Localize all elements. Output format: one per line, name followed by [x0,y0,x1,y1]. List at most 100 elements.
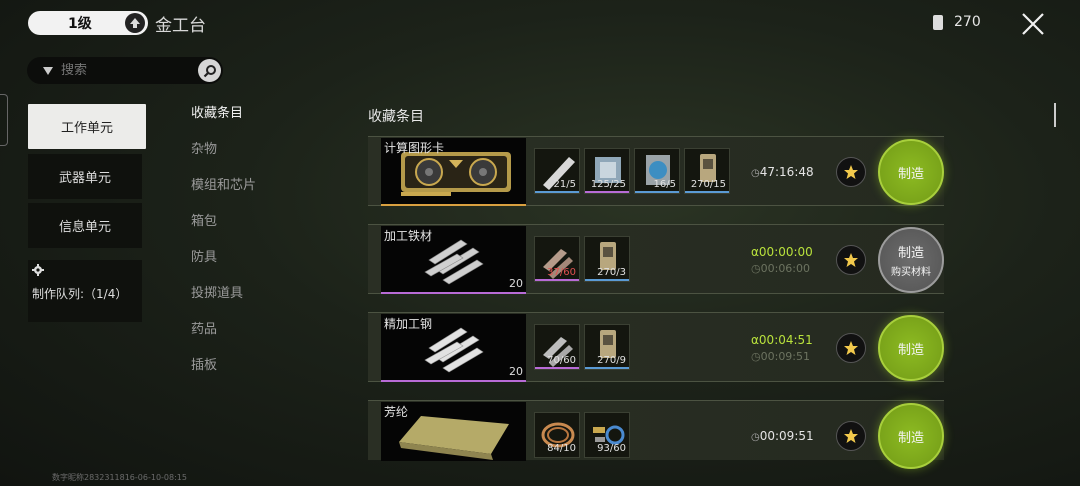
recipe-row[interactable]: 加工铁材 20 37/60 270/3 α00:00:00 ◷00:06:00 … [368,224,944,294]
watermark: 数字昵称2832311816-06-10-08:15 [52,473,187,482]
category-weapon-unit[interactable]: 武器单元 [28,154,142,199]
star-icon [844,429,858,443]
search-icon [203,64,216,77]
material-slot[interactable]: 16/5 [634,148,680,194]
material-bar [535,191,579,193]
recipe-output-count: 20 [509,365,523,378]
craft-button[interactable]: 制造 [878,403,944,469]
recipe-image: 计算图形卡 [381,138,526,206]
recipe-name: 芳纶 [384,405,409,419]
section-title: 收藏条目 [368,109,424,125]
star-icon [844,341,858,355]
search-button[interactable] [198,59,221,82]
material-count: 37/60 [547,267,576,278]
category-label: 工作单元 [60,121,113,136]
craft-time: α00:00:00 [751,245,813,259]
material-bar [685,191,729,193]
rarity-underline [381,292,526,294]
material-slot[interactable]: 21/5 [534,148,580,194]
material-slot[interactable]: 37/60 [534,236,580,282]
material-count: 16/5 [653,179,676,190]
material-bar [635,191,679,193]
material-count: 70/60 [547,355,576,366]
rarity-underline [381,204,526,206]
material-bar [585,367,629,369]
recipe-output-count: 20 [509,277,523,290]
search-bar [27,57,223,84]
material-count: 270/3 [597,267,626,278]
currency-value: 270 [954,14,981,30]
subcategory-medicine[interactable]: 药品 [191,318,217,337]
craft-queue-label: 制作队列:（1/4） [32,287,128,301]
recipe-image: 芳纶 [381,402,526,461]
rarity-underline [381,380,526,382]
favorite-button[interactable] [836,421,866,451]
clock-icon: ◷ [751,168,760,179]
dropdown-triangle-icon [43,66,53,75]
craft-queue-panel[interactable]: 制作队列:（1/4） [28,260,142,322]
craft-label: 制造 [897,430,924,446]
craft-time: α00:04:51 [751,333,813,347]
material-slot[interactable]: 125/25 [584,148,630,194]
subcategory-misc[interactable]: 杂物 [191,138,217,157]
subcategory-bags[interactable]: 箱包 [191,210,217,229]
craft-time: ◷47:16:48 [751,165,814,179]
material-count: 93/60 [597,443,626,454]
subcategory-plates[interactable]: 插板 [191,354,217,373]
category-label: 武器单元 [58,171,111,186]
craft-button[interactable]: 制造 [878,315,944,381]
material-count: 125/25 [590,179,626,190]
material-slot[interactable]: 93/60 [584,412,630,458]
side-panel-handle[interactable] [0,94,8,146]
material-count: 270/9 [597,355,626,366]
material-bar [535,367,579,369]
scrollbar[interactable] [1054,103,1056,127]
search-input[interactable] [61,63,181,78]
recipe-row[interactable]: 计算图形卡 21/5 125/25 16/5 270/15 ◷47:16:48 … [368,136,944,206]
recipe-image: 精加工钢 20 [381,314,526,382]
favorite-button[interactable] [836,333,866,363]
material-count: 21/5 [553,179,576,190]
material-count: 84/10 [547,443,576,454]
recipe-name: 精加工钢 [384,317,433,331]
recipe-row[interactable]: 精加工钢 20 70/60 270/9 α00:04:51 ◷00:09:51 … [368,312,944,382]
material-slot[interactable]: 270/3 [584,236,630,282]
craft-label: 制造 [897,342,924,358]
material-slot[interactable]: 84/10 [534,412,580,458]
craft-button[interactable]: 制造 [878,139,944,205]
craft-label: 制造 [897,246,924,261]
clock-icon: ◷ [751,262,761,275]
close-icon [1022,13,1044,35]
favorite-button[interactable] [836,245,866,275]
gear-icon [32,264,44,276]
material-slot[interactable]: 270/9 [584,324,630,370]
subcategory-mods-chips[interactable]: 模组和芯片 [191,174,256,193]
subcategory-throwables[interactable]: 投掷道具 [191,282,243,301]
level-up-icon[interactable] [125,13,145,33]
clock-icon: ◷ [751,350,761,363]
station-title: 金工台 [155,16,206,36]
craft-time: ◷00:09:51 [751,429,814,443]
category-work-unit[interactable]: 工作单元 [28,104,146,149]
buy-materials-label: 购买材料 [891,267,931,278]
material-bar [535,279,579,281]
material-bar [585,191,629,193]
category-info-unit[interactable]: 信息单元 [28,203,142,248]
material-count: 270/15 [690,179,726,190]
material-slot[interactable]: 270/15 [684,148,730,194]
craft-label: 制造 [897,166,924,182]
fuel-currency-icon [933,15,943,30]
level-badge[interactable]: 1级 [28,11,148,35]
close-button[interactable] [1019,10,1047,38]
clock-icon: ◷ [751,432,760,443]
craft-time-original: ◷00:09:51 [751,350,811,363]
favorite-button[interactable] [836,157,866,187]
material-slot[interactable]: 70/60 [534,324,580,370]
recipe-image: 加工铁材 20 [381,226,526,294]
subcategory-armor[interactable]: 防具 [191,246,217,265]
recipe-name: 计算图形卡 [384,141,445,155]
alpha-icon: α [751,245,759,259]
craft-button[interactable]: 制造 购买材料 [878,227,944,293]
recipe-row[interactable]: 芳纶 84/10 93/60 ◷00:09:51 制造 [368,400,944,469]
subcategory-favorites[interactable]: 收藏条目 [191,102,243,121]
